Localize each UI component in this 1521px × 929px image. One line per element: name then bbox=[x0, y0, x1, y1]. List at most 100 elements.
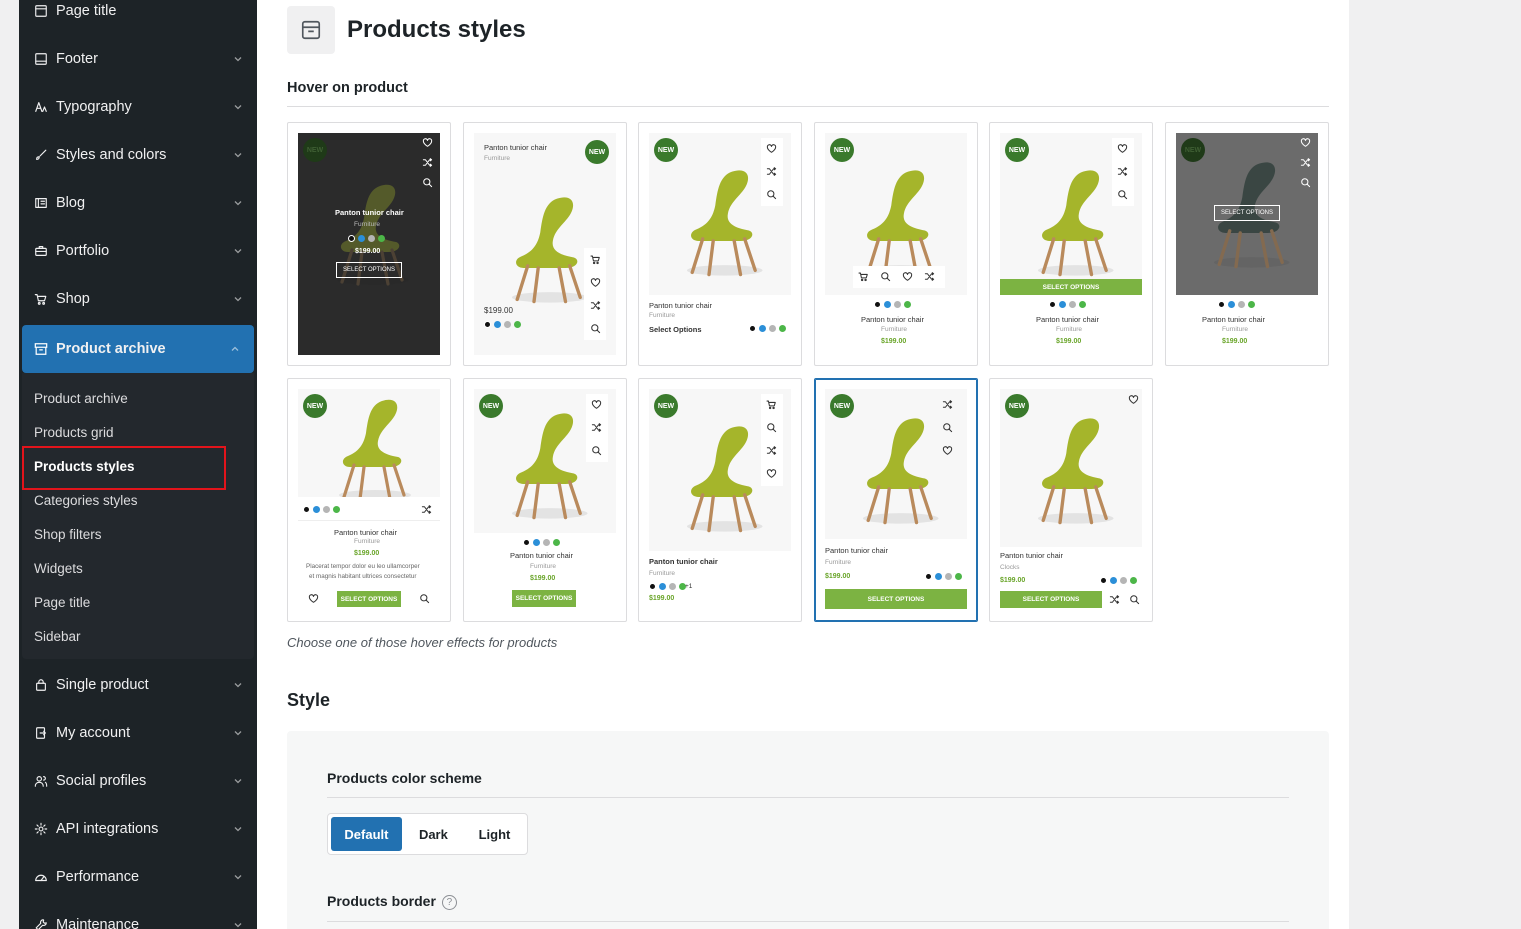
color-swatch[interactable] bbox=[533, 539, 540, 546]
select-options-button[interactable]: SELECT OPTIONS bbox=[512, 590, 576, 607]
submenu-item-widgets[interactable]: Widgets bbox=[22, 551, 254, 585]
heart-icon[interactable] bbox=[308, 593, 319, 604]
heart-icon[interactable] bbox=[766, 468, 777, 479]
shuffle-icon[interactable] bbox=[766, 166, 777, 177]
hover-option-card[interactable]: NEW Panton tunior chair Furniture Select Op… bbox=[638, 122, 802, 366]
color-swatch[interactable] bbox=[348, 235, 355, 242]
cart-icon[interactable] bbox=[590, 254, 601, 265]
zoom-icon[interactable] bbox=[590, 323, 601, 334]
color-swatch[interactable] bbox=[884, 301, 891, 308]
select-options-button[interactable]: SELECT OPTIONS bbox=[336, 262, 402, 278]
heart-icon[interactable] bbox=[766, 143, 777, 154]
color-swatch[interactable] bbox=[1238, 301, 1245, 308]
hover-option-card[interactable]: NEW Panton tunior chair Clocks $199.00 SELEC… bbox=[989, 378, 1153, 622]
color-swatch[interactable] bbox=[1059, 301, 1066, 308]
color-swatch[interactable] bbox=[759, 325, 766, 332]
sidebar-item-performance[interactable]: Performance bbox=[19, 853, 257, 901]
zoom-icon[interactable] bbox=[1129, 594, 1140, 605]
zoom-icon[interactable] bbox=[419, 593, 430, 604]
color-swatch[interactable] bbox=[955, 573, 962, 580]
zoom-icon[interactable] bbox=[880, 271, 891, 282]
select-options-link[interactable]: Select Options bbox=[649, 325, 702, 334]
color-swatch[interactable] bbox=[649, 583, 656, 590]
hover-option-card[interactable]: NEW Panton tunior chair Furniture $199.00 Pl… bbox=[287, 378, 451, 622]
color-swatch[interactable] bbox=[659, 583, 666, 590]
color-swatch[interactable] bbox=[514, 321, 521, 328]
sidebar-item-api-integrations[interactable]: API integrations bbox=[19, 805, 257, 853]
heart-icon[interactable] bbox=[422, 137, 433, 148]
color-swatch[interactable] bbox=[494, 321, 501, 328]
hover-option-card[interactable]: NEW Panton tunior chair Furniture $199.00 bbox=[814, 122, 978, 366]
sidebar-item-single-product[interactable]: Single product bbox=[19, 661, 257, 709]
color-swatch[interactable] bbox=[1049, 301, 1056, 308]
heart-icon[interactable] bbox=[902, 271, 913, 282]
color-swatch[interactable] bbox=[1100, 577, 1107, 584]
color-swatch[interactable] bbox=[543, 539, 550, 546]
color-swatch[interactable] bbox=[378, 235, 385, 242]
color-swatch[interactable] bbox=[904, 301, 911, 308]
color-swatch[interactable] bbox=[303, 506, 310, 513]
submenu-item-products-styles[interactable]: Products styles bbox=[22, 446, 254, 490]
select-options-button[interactable]: SELECT OPTIONS bbox=[825, 589, 967, 609]
color-swatch[interactable] bbox=[504, 321, 511, 328]
help-icon[interactable]: ? bbox=[441, 894, 457, 910]
color-swatch[interactable] bbox=[484, 321, 491, 328]
hover-option-card[interactable]: Panton tunior chair Furniture NEW $199.00 bbox=[463, 122, 627, 366]
color-swatch[interactable] bbox=[553, 539, 560, 546]
heart-icon[interactable] bbox=[1300, 137, 1311, 148]
color-swatch[interactable] bbox=[779, 325, 786, 332]
sidebar-item-styles-and-colors[interactable]: Styles and colors bbox=[19, 131, 257, 179]
color-swatch[interactable] bbox=[333, 506, 340, 513]
color-scheme-dark-button[interactable]: Dark bbox=[404, 817, 463, 851]
zoom-icon[interactable] bbox=[422, 177, 433, 188]
submenu-item-page-title[interactable]: Page title bbox=[22, 585, 254, 619]
hover-option-card[interactable]: NEW Panton tunior chair Furniture $199.00 SE… bbox=[814, 378, 978, 622]
hover-option-card[interactable]: NEW Panton tunior chair Furniture $199.00 SE… bbox=[463, 378, 627, 622]
color-scheme-light-button[interactable]: Light bbox=[465, 817, 524, 851]
color-swatch[interactable] bbox=[769, 325, 776, 332]
select-options-button[interactable]: SELECT OPTIONS bbox=[1214, 205, 1280, 221]
color-swatch[interactable] bbox=[925, 573, 932, 580]
zoom-icon[interactable] bbox=[1300, 177, 1311, 188]
color-swatch[interactable] bbox=[1218, 301, 1225, 308]
color-swatch[interactable] bbox=[749, 325, 756, 332]
heart-icon[interactable] bbox=[1117, 143, 1128, 154]
shuffle-icon[interactable] bbox=[1300, 157, 1311, 168]
zoom-icon[interactable] bbox=[766, 189, 777, 200]
zoom-icon[interactable] bbox=[591, 445, 602, 456]
sidebar-item-shop[interactable]: Shop bbox=[19, 275, 257, 323]
shuffle-icon[interactable] bbox=[766, 445, 777, 456]
hover-option-card[interactable]: NEW Panton tunior chair Furniture $199.00 SE… bbox=[287, 122, 451, 366]
color-scheme-default-button[interactable]: Default bbox=[331, 817, 402, 851]
color-swatch[interactable] bbox=[1120, 577, 1127, 584]
shuffle-icon[interactable] bbox=[421, 504, 432, 515]
color-swatch[interactable] bbox=[1248, 301, 1255, 308]
submenu-item-shop-filters[interactable]: Shop filters bbox=[22, 517, 254, 551]
select-options-button[interactable]: SELECT OPTIONS bbox=[1000, 591, 1102, 608]
submenu-item-categories-styles[interactable]: Categories styles bbox=[22, 483, 254, 517]
color-swatch[interactable] bbox=[1079, 301, 1086, 308]
heart-icon[interactable] bbox=[1128, 394, 1139, 405]
select-options-button[interactable]: SELECT OPTIONS bbox=[1000, 279, 1142, 295]
sidebar-item-page-title[interactable]: Page title bbox=[19, 0, 257, 35]
hover-option-card[interactable]: NEW SELECT OPTIONS Panton tunior chair Furn… bbox=[1165, 122, 1329, 366]
sidebar-item-blog[interactable]: Blog bbox=[19, 179, 257, 227]
sidebar-item-maintenance[interactable]: Maintenance bbox=[19, 901, 257, 929]
shuffle-icon[interactable] bbox=[924, 271, 935, 282]
sidebar-item-product-archive[interactable]: Product archive bbox=[22, 325, 254, 373]
submenu-item-products-grid[interactable]: Products grid bbox=[22, 415, 254, 449]
sidebar-item-social-profiles[interactable]: Social profiles bbox=[19, 757, 257, 805]
color-swatch[interactable] bbox=[313, 506, 320, 513]
color-swatch[interactable] bbox=[523, 539, 530, 546]
shuffle-icon[interactable] bbox=[942, 399, 953, 410]
color-swatch[interactable] bbox=[368, 235, 375, 242]
shuffle-icon[interactable] bbox=[591, 422, 602, 433]
cart-icon[interactable] bbox=[766, 399, 777, 410]
color-swatch[interactable] bbox=[1069, 301, 1076, 308]
shuffle-icon[interactable] bbox=[1109, 594, 1120, 605]
cart-icon[interactable] bbox=[858, 271, 869, 282]
shuffle-icon[interactable] bbox=[590, 300, 601, 311]
zoom-icon[interactable] bbox=[1117, 189, 1128, 200]
shuffle-icon[interactable] bbox=[1117, 166, 1128, 177]
color-swatch[interactable] bbox=[1228, 301, 1235, 308]
